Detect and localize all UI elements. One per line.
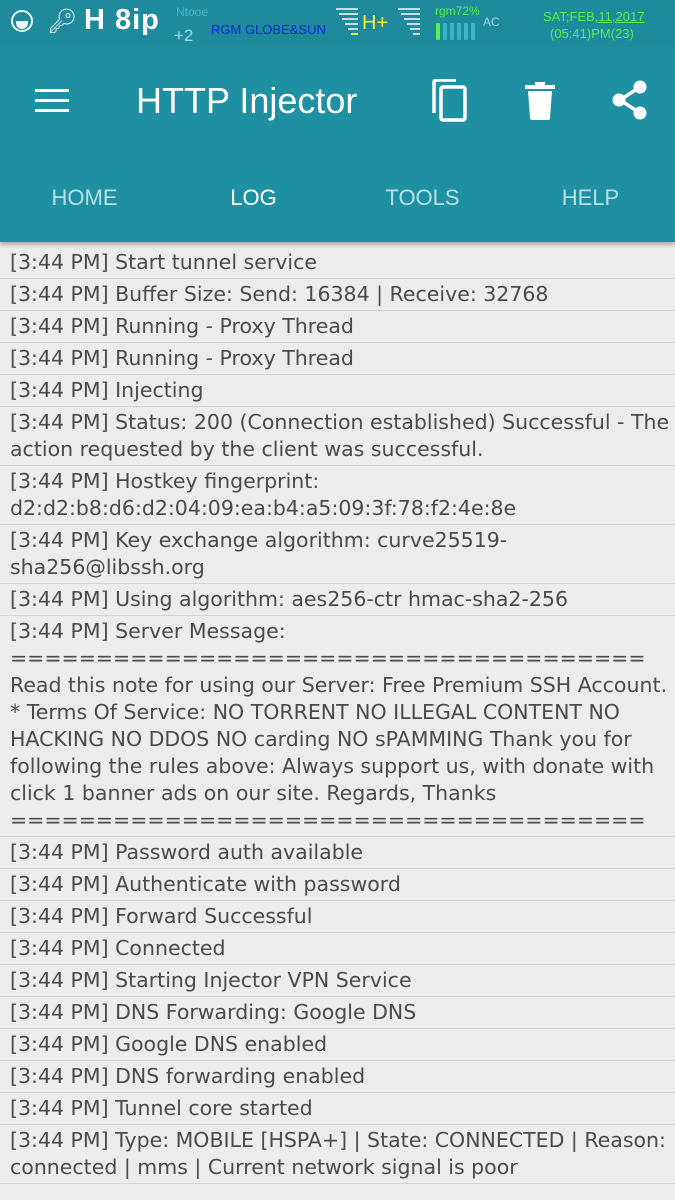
- share-icon[interactable]: [611, 80, 649, 124]
- log-entry: [3:44 PM] Buffer Size: Send: 16384 | Rec…: [0, 279, 675, 311]
- log-entry: [3:44 PM] Authenticate with password: [0, 869, 675, 901]
- log-list[interactable]: [3:44 PM] Start tunnel service [3:44 PM]…: [0, 242, 675, 1200]
- tab-help[interactable]: HELP: [506, 173, 675, 223]
- log-entry: [3:44 PM] Server Message: ==============…: [0, 616, 675, 837]
- battery-text: rgm72%: [435, 4, 480, 18]
- log-entry: [3:44 PM] Starting Injector VPN Service: [0, 965, 675, 997]
- log-entry: [3:44 PM] Start tunnel service: [0, 247, 675, 279]
- menu-icon[interactable]: [35, 89, 69, 113]
- log-entry: [3:44 PM] Type: MOBILE [HSPA+] | State: …: [0, 1125, 675, 1184]
- key-icon: 🔑︎: [47, 8, 78, 35]
- network-type: H+: [362, 12, 389, 34]
- log-entry: [3:44 PM] Key exchange algorithm: curve2…: [0, 525, 675, 584]
- signal-icon: [336, 6, 358, 42]
- copy-icon[interactable]: [430, 78, 468, 127]
- log-entry: [3:44 PM] Tunnel core started: [0, 1093, 675, 1125]
- tab-bar: HOME LOG TOOLS HELP: [0, 173, 675, 223]
- signal-icon-2: [398, 6, 420, 42]
- log-entry: [3:44 PM] DNS forwarding enabled: [0, 1061, 675, 1093]
- log-entry: [3:44 PM] Status: 200 (Connection establ…: [0, 407, 675, 466]
- log-entry: [3:44 PM] Using algorithm: aes256-ctr hm…: [0, 584, 675, 616]
- status-date: SAT;FEB,11,2017: [543, 9, 645, 24]
- log-entry: [3:44 PM] Forward Successful: [0, 901, 675, 933]
- log-entry: [3:44 PM] Running - Proxy Thread: [0, 311, 675, 343]
- delete-icon[interactable]: [525, 82, 555, 124]
- log-entry: [3:44 PM] DNS Forwarding: Google DNS: [0, 997, 675, 1029]
- log-entry: [3:44 PM] Password auth available: [0, 837, 675, 869]
- status-faint-text: Ntooe: [176, 5, 209, 19]
- log-entry: [3:44 PM] Injecting: [0, 375, 675, 407]
- log-entries: [3:44 PM] Start tunnel service [3:44 PM]…: [0, 247, 675, 1184]
- carrier-name: RGM GLOBE&SUN: [211, 22, 326, 37]
- app-bar: HTTP Injector HOME LOG TOOLS HELP: [0, 47, 675, 242]
- data-saver-icon: [11, 10, 33, 32]
- status-badge: H 8ip: [84, 4, 160, 36]
- log-entry: [3:44 PM] Google DNS enabled: [0, 1029, 675, 1061]
- status-time: (05:41)PM(23): [550, 26, 634, 41]
- tab-home[interactable]: HOME: [0, 173, 169, 223]
- status-bar: 🔑︎ H 8ip Ntooe +2 RGM GLOBE&SUN H+ rgm72…: [0, 0, 675, 47]
- log-entry: [3:44 PM] Connected: [0, 933, 675, 965]
- log-entry: [3:44 PM] Running - Proxy Thread: [0, 343, 675, 375]
- status-plus: +2: [174, 26, 194, 45]
- tab-log[interactable]: LOG: [169, 173, 338, 223]
- charging-text: AC: [483, 15, 500, 29]
- tab-tools[interactable]: TOOLS: [338, 173, 507, 223]
- app-title: HTTP Injector: [136, 80, 358, 121]
- log-entry: [3:44 PM] Hostkey fingerprint: d2:d2:b8:…: [0, 466, 675, 525]
- battery-icon: [436, 23, 478, 40]
